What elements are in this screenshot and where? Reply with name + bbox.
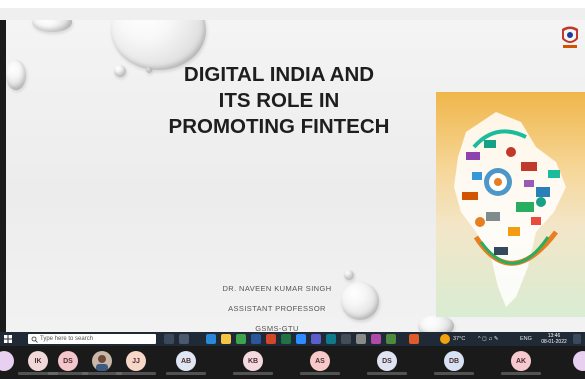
university-logo — [562, 26, 578, 48]
participant-avatar[interactable] — [0, 351, 14, 371]
participants-strip: IK DS JJ AB KB AS DS DB AK — [0, 346, 585, 379]
water-drop-decoration — [32, 20, 72, 32]
slide-title-line: DIGITAL INDIA AND — [183, 63, 375, 86]
windows-start-icon[interactable] — [4, 335, 12, 343]
participant-name — [166, 372, 206, 375]
window-top-bar — [0, 8, 585, 20]
slide-title: DIGITAL INDIA AND ITS ROLE IN PROMOTING … — [154, 62, 404, 140]
author-affiliation: GSMS-GTU — [255, 324, 299, 332]
author-name: DR. NAVEEN KUMAR SINGH — [222, 284, 332, 293]
participant-avatar-photo[interactable] — [92, 351, 112, 371]
participant-name — [116, 372, 156, 375]
language-indicator[interactable]: ENG — [520, 334, 532, 344]
participant-name — [434, 372, 474, 375]
word-icon[interactable] — [251, 334, 261, 344]
task-view-icon[interactable] — [164, 334, 174, 344]
taskbar-clock[interactable]: 13:46 08-01-2022 — [539, 333, 569, 345]
notifications-icon[interactable] — [573, 334, 581, 344]
water-drop-decoration — [114, 65, 126, 77]
file-explorer-icon[interactable] — [221, 334, 231, 344]
screen: DIGITAL INDIA AND ITS ROLE IN PROMOTING … — [0, 0, 585, 379]
water-drop-decoration — [6, 60, 26, 90]
app-icon[interactable] — [341, 334, 351, 344]
app-icon[interactable] — [356, 334, 366, 344]
excel-icon[interactable] — [281, 334, 291, 344]
app-icon[interactable] — [409, 334, 419, 344]
digital-india-artwork — [436, 92, 585, 317]
chrome-icon[interactable] — [236, 334, 246, 344]
india-map-collage — [454, 112, 566, 307]
tray-icons[interactable]: ^ ◻ ♫ ✎ — [478, 334, 498, 344]
weather-icon[interactable] — [440, 334, 450, 344]
participant-name — [300, 372, 340, 375]
participant-avatar[interactable]: AK — [511, 351, 531, 371]
app-icon[interactable] — [371, 334, 381, 344]
app-icon[interactable] — [386, 334, 396, 344]
participant-avatar[interactable]: DS — [377, 351, 397, 371]
participant-name — [233, 372, 273, 375]
participant-avatar[interactable]: DB — [444, 351, 464, 371]
powerpoint-icon[interactable] — [266, 334, 276, 344]
top-strip — [0, 0, 585, 8]
slide-author-block: DR. NAVEEN KUMAR SINGH ASSISTANT PROFESS… — [202, 279, 352, 332]
taskbar-search-box[interactable]: Type here to search — [28, 334, 156, 344]
participant-name — [501, 372, 541, 375]
participant-avatar[interactable]: JJ — [126, 351, 146, 371]
app-icon[interactable] — [326, 334, 336, 344]
participant-avatar[interactable]: AS — [310, 351, 330, 371]
search-placeholder: Type here to search — [40, 336, 94, 342]
participant-avatar[interactable] — [573, 351, 585, 371]
weather-temperature[interactable]: 37°C — [453, 334, 465, 344]
slide-title-line: PROMOTING FINTECH — [168, 115, 390, 138]
teams-icon[interactable] — [311, 334, 321, 344]
presentation-slide: DIGITAL INDIA AND ITS ROLE IN PROMOTING … — [6, 20, 585, 332]
search-icon — [31, 336, 38, 343]
person-photo-icon — [96, 355, 108, 371]
edge-browser-icon[interactable] — [206, 334, 216, 344]
windows-taskbar: Type here to search 37°C ^ ◻ ♫ ✎ ENG 13:… — [0, 332, 585, 346]
participant-avatar[interactable]: DS — [58, 351, 78, 371]
water-drop-decoration — [146, 67, 152, 73]
participant-avatar[interactable]: KB — [243, 351, 263, 371]
participant-avatar[interactable]: AB — [176, 351, 196, 371]
water-drop-decoration — [418, 315, 454, 332]
author-role: ASSISTANT PROFESSOR — [228, 304, 326, 313]
clock-date: 08-01-2022 — [541, 339, 567, 345]
widgets-icon[interactable] — [179, 334, 189, 344]
participant-name — [367, 372, 407, 375]
slide-title-line: ITS ROLE IN — [218, 89, 340, 112]
participant-avatar[interactable]: IK — [28, 351, 48, 371]
zoom-icon[interactable] — [296, 334, 306, 344]
